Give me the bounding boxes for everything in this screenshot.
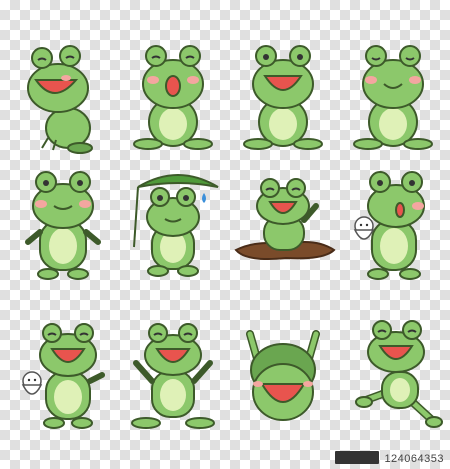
frog-holding-leaf-umbrella [118,165,228,285]
frog-standing [8,170,118,290]
frog-in-mud-puddle [228,170,338,290]
frog-sitting-open-mouth [118,40,228,160]
watermark-logo [335,451,380,464]
frog-arms-up-shout [228,322,338,442]
frog-leaning-kick [338,320,448,442]
frog-holding-teru-teru-bozu-laughing [8,323,118,445]
stock-watermark: 124064353 [335,451,444,465]
frog-sitting-laughing [8,40,118,160]
frog-cheering-arms-up [118,323,228,445]
frog-holding-teru-teru-bozu [338,170,448,290]
frog-sitting-big-smile [228,40,338,160]
sticker-sheet [0,0,450,469]
watermark-id: 124064353 [384,453,444,465]
frog-sitting-calm [338,40,448,160]
